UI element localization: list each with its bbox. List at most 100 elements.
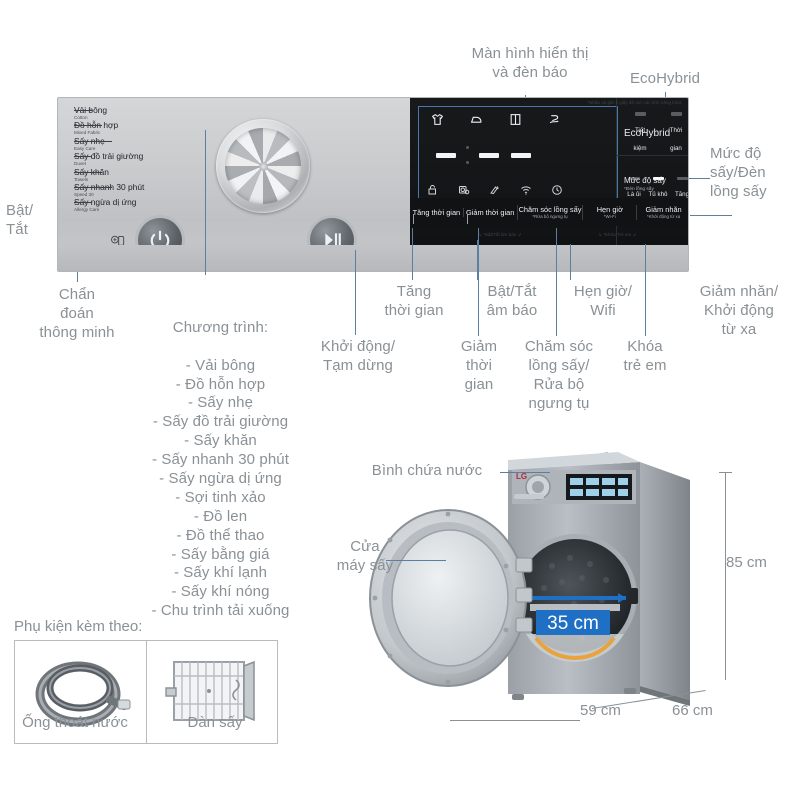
label-decrease-time: Giảm thời gian: [465, 207, 515, 217]
callout-display-title: Màn hình hiển thị và đèn báo: [471, 45, 589, 81]
warranty-word: WARRANTY: [648, 263, 672, 267]
dual-line1: DUAL: [582, 246, 615, 257]
fabric-icon-row: [431, 113, 561, 126]
dryer-body: LG 35 cm: [508, 452, 690, 706]
button-timer-wifi[interactable]: Hẹn giờ *Wi-Fi: [582, 204, 636, 220]
right-column-divider: [617, 155, 688, 156]
callout-smart-diagnosis: Chẩn đoán thông minh: [39, 286, 115, 341]
program-label-left-2: Sấy nhẹ Easy Care: [74, 136, 182, 152]
svg-text:LG: LG: [516, 472, 527, 481]
drum-opening-value: 35 cm: [547, 613, 599, 634]
button-anticrease[interactable]: Giảm nhăn *Khởi động từ xa: [636, 204, 688, 220]
callout-start-pause: Khởi động/ Tạm dừng: [320, 338, 396, 374]
dryer-svg: LG 35 cm: [369, 452, 690, 706]
dual-inverter-badge: DUAL INVERTER COMPRESSOR MOTOR: [572, 246, 626, 267]
program-name-en: Mixed Fabric: [74, 130, 101, 136]
callout-program-item-3: - Sấy đồ trải giường: [152, 413, 289, 431]
tick-mark-increase: [413, 213, 414, 224]
program-label-left-1: Đồ hỗn hợp Mixed Fabric: [74, 121, 182, 136]
timer-icon: [552, 185, 562, 195]
sublabel-drum-care: *Rửa bộ ngưng tụ: [532, 213, 568, 219]
label-drum-care: Chăm sóc lồng sấy: [518, 204, 582, 214]
height-dim-tick-top: [719, 472, 732, 473]
leader-dryer-door: [386, 560, 446, 561]
power-button[interactable]: [138, 218, 182, 262]
callout-dryer-door: Cửa máy sấy: [336, 538, 394, 574]
callout-sound-toggle: Bật/Tắt âm báo: [486, 283, 538, 319]
wardrobe-icon: [510, 114, 521, 125]
callout-dry-level: Mức độ sấy/Đèn lồng sấy: [710, 145, 767, 200]
sublabel-wifi: *Wi-Fi: [603, 213, 616, 219]
dual-line2: INVERTER: [581, 257, 617, 262]
program-leader-dash: [74, 110, 92, 111]
program-label-left-5: Sấy nhanh 30 phút Speed 30: [74, 182, 182, 198]
callout-ecohybrid: EcoHybrid: [629, 70, 701, 87]
program-label-left-0: Vải bông Cotton: [74, 106, 182, 121]
smart-diagnosis-icon: [110, 235, 125, 246]
program-leader-dash: [74, 125, 102, 127]
ecohybrid-button[interactable]: EcoHybrid: [617, 122, 688, 145]
program-leader-dash: [74, 186, 112, 188]
height-dimension-label: 85 cm: [726, 554, 767, 571]
leader-start-pause: [355, 250, 356, 335]
leader-drum-care: [556, 228, 557, 336]
accessory-label-hose: Ống thoát nước: [22, 714, 128, 731]
width-dim-line: [450, 720, 580, 721]
callout-program-item-12: - Sấy khí nóng: [171, 583, 270, 601]
digit-2: [476, 135, 502, 175]
label-increase-time: Tăng thời gian: [412, 207, 461, 217]
leader-sound-toggle: [477, 240, 478, 280]
program-leader-dash: [74, 140, 112, 142]
button-increase-time[interactable]: Tăng thời gian: [410, 207, 463, 224]
program-name-en: Allergy Care: [74, 207, 100, 213]
dry-level-sub: *Đèn lồng sấy: [624, 187, 654, 192]
leader-timer-wifi: [570, 244, 571, 280]
child-lock-icon: [428, 185, 436, 195]
time-display: - - -: [433, 133, 603, 177]
callout-program-item-6: - Sấy ngừa dị ứng: [159, 470, 282, 488]
leader-anticrease: [690, 215, 732, 216]
smart-diagnosis-label: Smart Diagnosis™: [106, 250, 130, 260]
water-tank-icon: [490, 186, 499, 195]
leader-child-lock: [645, 244, 646, 336]
width-dimension-label: 59 cm: [580, 702, 621, 719]
callout-program-item-9: - Đồ thể thao: [176, 526, 265, 544]
callout-timer-wifi: Hẹn giờ/ Wifi: [573, 283, 633, 319]
callout-program-item-8: - Đồ len: [193, 507, 248, 525]
program-label-left-6: Sấy ngừa dị ứng Allergy Care: [74, 198, 182, 213]
dry-level-button[interactable]: Mức độ sấy *Đèn lồng sấy: [617, 170, 688, 198]
iron-icon: [470, 116, 482, 123]
button-drum-care[interactable]: Chăm sóc lồng sấy *Rửa bộ ngưng tụ: [516, 204, 583, 220]
digit-3: [508, 135, 534, 175]
sublabel-remote-start: *Khởi động từ xa: [647, 213, 681, 219]
callout-programs-heading: Chương trình:: [172, 318, 269, 336]
dry-level-label: Mức độ sấy: [624, 176, 666, 185]
start-pause-button[interactable]: [310, 218, 354, 262]
callout-child-lock: Khóa trẻ em: [623, 338, 667, 374]
control-panel: Vải bông Cotton Đồ hỗn hợp Mixed Fabric Sấy …: [57, 97, 689, 272]
digit-1: [433, 135, 459, 175]
callout-drum-care: Chăm sóc lồng sấy/ Rửa bộ ngưng tụ: [524, 338, 594, 412]
program-selector-dial[interactable]: [216, 119, 310, 213]
callout-program-item-10: - Sấy bằng giá: [171, 545, 270, 563]
program-list-left: Vải bông Cotton Đồ hỗn hợp Mixed Fabric Sấy …: [74, 106, 182, 214]
callout-program-item-2: - Sấy nhẹ: [187, 394, 254, 412]
accessory-label-rack: Dàn sấy: [187, 714, 243, 731]
callout-program-item-5: - Sấy nhanh 30 phút: [151, 451, 289, 469]
status-icon-row: [427, 184, 563, 196]
label-timer: Hẹn giờ: [596, 204, 623, 214]
callout-program-item-7: - Sợi tinh xảo: [175, 488, 266, 506]
tshirt-icon: [431, 113, 444, 125]
callout-anticrease: Giảm nhăn/ Khởi động từ xa: [699, 283, 779, 338]
dual-line3: COMPRESSOR MOTOR: [571, 262, 626, 267]
leader-programs: [205, 130, 206, 275]
label-anticrease: Giảm nhăn: [645, 204, 682, 214]
ecohybrid-label: EcoHybrid: [624, 128, 671, 139]
wifi-icon: [521, 186, 531, 195]
callout-programs-list: - Vải bông - Đồ hỗn hợp - Sấy nhẹ - Sấy đồ …: [118, 357, 323, 621]
button-decrease-time[interactable]: Giảm thời gian: [462, 207, 517, 224]
program-name-en: Speed 30: [74, 191, 94, 197]
height-dim-line: [725, 472, 726, 680]
program-label-left-4: Sấy khăn Towels: [74, 167, 182, 183]
smart-diagnosis-mark: Smart Diagnosis™: [102, 234, 134, 260]
